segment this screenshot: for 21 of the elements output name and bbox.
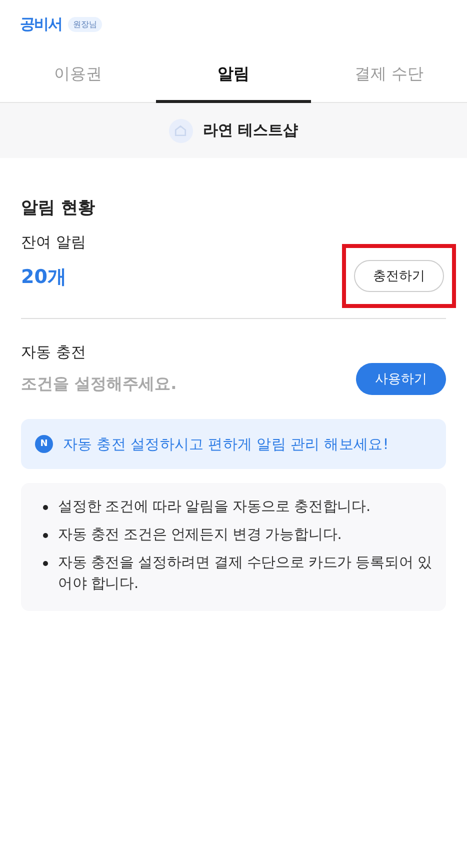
bullet-icon (43, 561, 48, 566)
info-text: 설정한 조건에 따라 알림을 자동으로 충전합니다. (58, 498, 370, 517)
home-icon (168, 118, 193, 142)
condition-text: 조건을 설정해주세요. (21, 374, 177, 395)
info-text: 자동 충전 조건은 언제든지 변경 가능합니다. (58, 526, 342, 545)
logo: 공비서 (20, 14, 62, 34)
auto-charge-label: 자동 충전 (21, 343, 87, 362)
notice-text: 자동 충전 설정하시고 편하게 알림 관리 해보세요! (63, 436, 388, 454)
bullet-icon (43, 505, 48, 510)
tab[interactable]: 결제 수단 (311, 48, 467, 103)
role-badge: 원장님 (68, 16, 102, 32)
section-title: 알림 현황 (21, 197, 96, 219)
new-badge: N (35, 435, 53, 453)
use-button[interactable]: 사용하기 (356, 363, 446, 395)
remaining-count: 20개 (21, 265, 68, 290)
remaining-label: 잔여 알림 (21, 233, 86, 252)
tab[interactable]: 이용권 (0, 48, 156, 103)
charge-button[interactable]: 충전하기 (354, 260, 444, 292)
info-text: 자동 충전을 설정하려면 결제 수단으로 카드가 등록되어 있어야 합니다. (58, 554, 432, 594)
bullet-icon (43, 533, 48, 538)
shop-name: 라연 테스트샵 (202, 121, 298, 140)
